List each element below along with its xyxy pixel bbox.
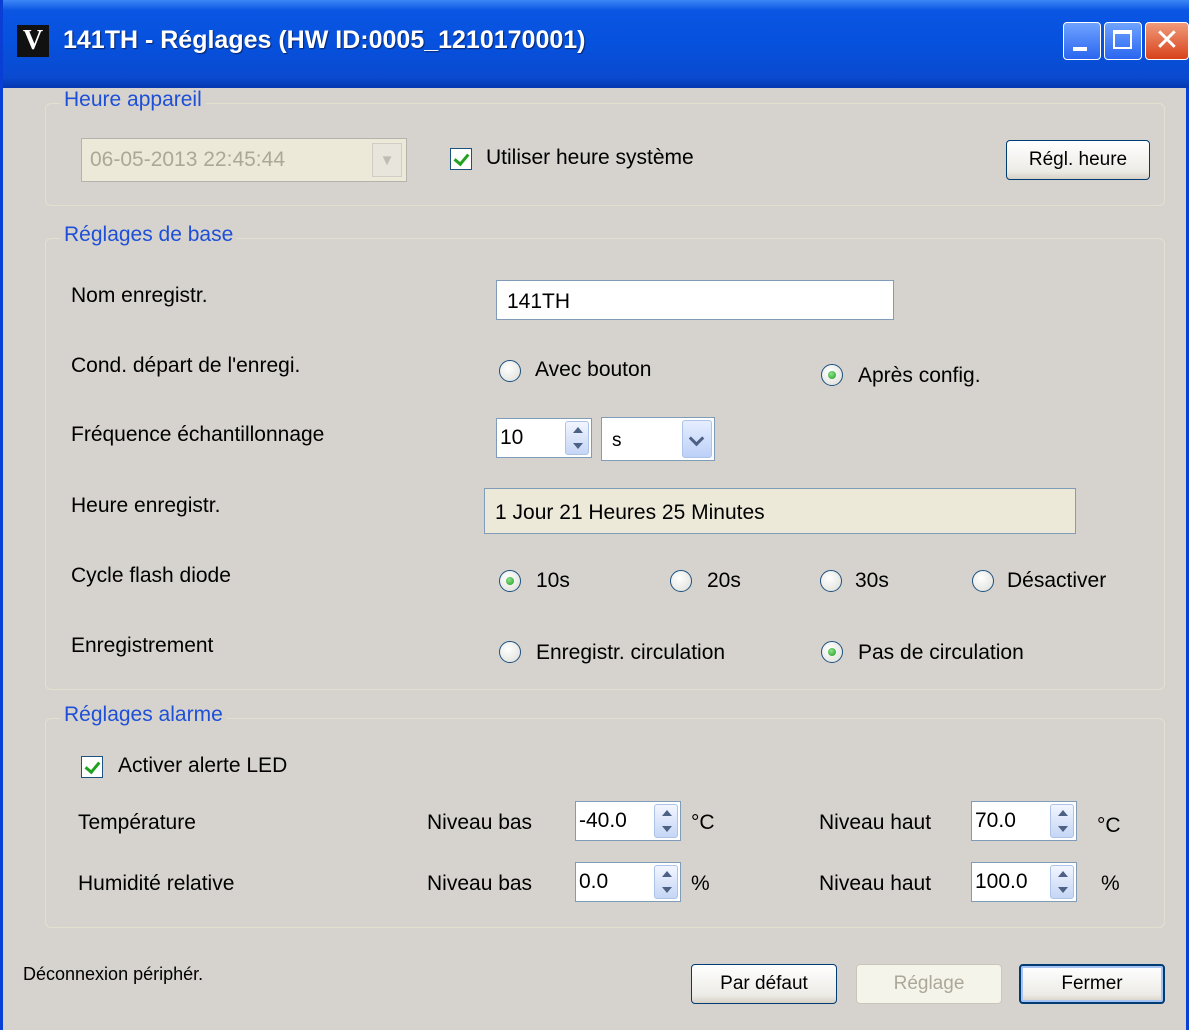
group-title-alarm-settings: Réglages alarme bbox=[60, 703, 227, 727]
led-20s-radio[interactable] bbox=[670, 570, 692, 592]
maximize-button[interactable] bbox=[1104, 22, 1142, 60]
temperature-label: Température bbox=[78, 811, 196, 834]
humidity-high-label: Niveau haut bbox=[819, 872, 932, 895]
device-datetime-value: 06-05-2013 22:45:44 bbox=[90, 148, 285, 171]
spin-arrows-icon[interactable] bbox=[654, 804, 678, 838]
temperature-high-value: 70.0 bbox=[975, 809, 1016, 832]
spin-arrows-icon[interactable] bbox=[565, 421, 589, 455]
temperature-low-label: Niveau bas bbox=[427, 811, 533, 834]
circular-recording-label[interactable]: Enregistr. circulation bbox=[536, 641, 725, 665]
temperature-high-unit: °C bbox=[1097, 814, 1121, 837]
window-title: 141TH - Réglages (HW ID:0005_1210170001) bbox=[63, 26, 586, 54]
led-disable-radio[interactable] bbox=[972, 570, 994, 592]
spin-arrows-icon[interactable] bbox=[1050, 865, 1074, 899]
sampling-value-stepper[interactable]: 10 bbox=[496, 418, 592, 458]
record-time-label: Heure enregistr. bbox=[71, 494, 221, 517]
title-bar[interactable]: V 141TH - Réglages (HW ID:0005_121017000… bbox=[3, 0, 1189, 88]
led-10s-label[interactable]: 10s bbox=[536, 569, 570, 593]
start-with-button-label[interactable]: Avec bouton bbox=[535, 358, 651, 382]
temperature-high-stepper[interactable]: 70.0 bbox=[971, 801, 1077, 841]
apply-button: Réglage bbox=[856, 964, 1002, 1004]
recording-label: Enregistrement bbox=[71, 634, 214, 657]
led-alert-label[interactable]: Activer alerte LED bbox=[118, 754, 287, 778]
start-after-config-radio[interactable] bbox=[821, 364, 843, 386]
default-button[interactable]: Par défaut bbox=[691, 964, 837, 1004]
temperature-high-label: Niveau haut bbox=[819, 811, 932, 834]
humidity-label: Humidité relative bbox=[78, 872, 235, 895]
sampling-unit-select[interactable]: s bbox=[601, 417, 715, 461]
sampling-label: Fréquence échantillonnage bbox=[71, 423, 325, 446]
use-system-time-checkbox[interactable] bbox=[450, 148, 472, 170]
start-after-config-label[interactable]: Après config. bbox=[858, 364, 981, 388]
minimize-button[interactable] bbox=[1063, 22, 1101, 60]
group-title-device-time: Heure appareil bbox=[60, 88, 206, 112]
circular-recording-radio[interactable] bbox=[499, 641, 521, 663]
temperature-low-unit: °C bbox=[691, 811, 715, 834]
led-disable-label[interactable]: Désactiver bbox=[1007, 569, 1106, 593]
humidity-high-stepper[interactable]: 100.0 bbox=[971, 862, 1077, 902]
humidity-high-value: 100.0 bbox=[975, 870, 1028, 893]
close-button[interactable]: Fermer bbox=[1019, 964, 1165, 1004]
no-circulation-label[interactable]: Pas de circulation bbox=[858, 641, 1024, 665]
start-with-button-radio[interactable] bbox=[499, 360, 521, 382]
settings-window: V 141TH - Réglages (HW ID:0005_121017000… bbox=[0, 0, 1189, 1030]
humidity-high-unit: % bbox=[1101, 872, 1120, 895]
chevron-down-icon[interactable] bbox=[682, 420, 712, 458]
group-title-basic-settings: Réglages de base bbox=[60, 223, 238, 247]
spin-arrows-icon[interactable] bbox=[654, 865, 678, 899]
led-10s-radio[interactable] bbox=[499, 570, 521, 592]
record-name-input[interactable]: 141TH bbox=[496, 280, 894, 320]
spin-arrows-icon[interactable] bbox=[1050, 804, 1074, 838]
humidity-low-stepper[interactable]: 0.0 bbox=[575, 862, 681, 902]
no-circulation-radio[interactable] bbox=[821, 641, 843, 663]
start-condition-label: Cond. départ de l'enregi. bbox=[71, 354, 301, 377]
led-30s-radio[interactable] bbox=[820, 570, 842, 592]
device-datetime-picker: 06-05-2013 22:45:44 ▼ bbox=[81, 138, 407, 182]
temperature-low-value: -40.0 bbox=[579, 809, 627, 832]
close-icon: ✕ bbox=[1154, 23, 1180, 58]
led-20s-label[interactable]: 20s bbox=[707, 569, 741, 593]
use-system-time-label[interactable]: Utiliser heure système bbox=[486, 146, 694, 170]
record-name-label: Nom enregistr. bbox=[71, 284, 208, 307]
set-time-button[interactable]: Régl. heure bbox=[1006, 140, 1150, 180]
humidity-low-unit: % bbox=[691, 872, 710, 895]
close-window-button[interactable]: ✕ bbox=[1145, 22, 1189, 60]
humidity-low-value: 0.0 bbox=[579, 870, 609, 893]
chevron-down-icon: ▼ bbox=[372, 143, 402, 177]
led-cycle-label: Cycle flash diode bbox=[71, 564, 231, 587]
led-alert-checkbox[interactable] bbox=[81, 756, 103, 778]
humidity-low-label: Niveau bas bbox=[427, 872, 533, 895]
sampling-unit-value: s bbox=[612, 430, 622, 451]
connection-status: Déconnexion périphér. bbox=[23, 964, 204, 984]
sampling-value: 10 bbox=[500, 426, 524, 449]
temperature-low-stepper[interactable]: -40.0 bbox=[575, 801, 681, 841]
led-30s-label[interactable]: 30s bbox=[855, 569, 889, 593]
record-time-field: 1 Jour 21 Heures 25 Minutes bbox=[484, 488, 1076, 534]
app-logo-icon: V bbox=[17, 25, 49, 57]
